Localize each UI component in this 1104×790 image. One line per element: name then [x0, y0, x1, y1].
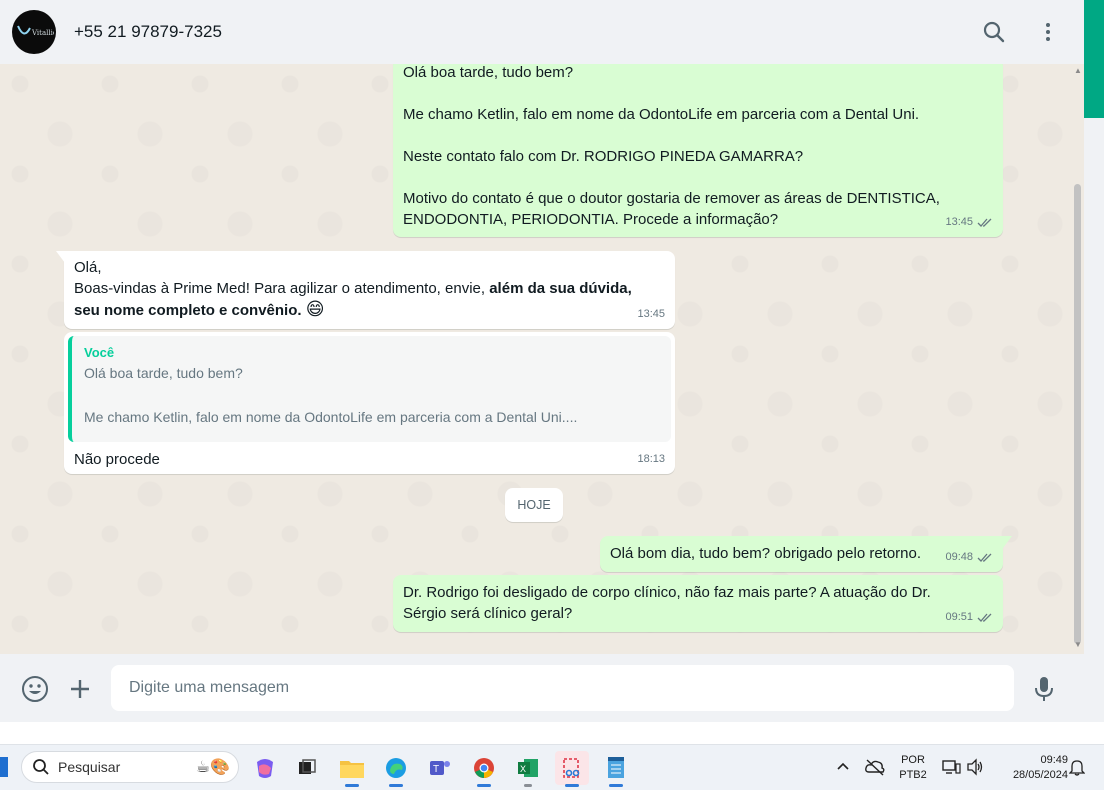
copilot-icon[interactable]	[248, 751, 282, 785]
message-text: Boas-vindas à Prime Med! Para agilizar o…	[74, 280, 490, 297]
bubble-tail-icon	[1003, 536, 1012, 548]
attach-button[interactable]	[65, 674, 95, 704]
double-check-icon	[977, 552, 993, 563]
message-input-placeholder: Digite uma mensagem	[129, 679, 290, 696]
smiley-icon	[22, 676, 48, 702]
message-line: Dr. Rodrigo foi desligado de corpo clíni…	[403, 584, 931, 601]
message-meta: 13:45	[945, 212, 993, 233]
message-input[interactable]: Digite uma mensagem	[111, 665, 1014, 711]
window-bottom-edge	[0, 722, 1104, 744]
bubble-tail-icon	[56, 251, 65, 263]
message-meta: 09:51	[945, 607, 993, 628]
quote-line: Me chamo Ketlin, falo em nome da OdontoL…	[84, 409, 578, 425]
search-icon	[33, 759, 49, 775]
excel-icon[interactable]: X	[511, 751, 545, 787]
message-time: 13:45	[637, 308, 665, 320]
scroll-thumb[interactable]	[1074, 184, 1081, 644]
message-time: 18:13	[637, 453, 665, 465]
quoted-message[interactable]: Você Olá boa tarde, tudo bem? ​ Me chamo…	[68, 336, 671, 442]
message-line: seu nome completo e convênio. 😄	[74, 299, 665, 321]
message-line: Olá,	[74, 259, 102, 276]
contact-avatar[interactable]: Vitallie	[12, 10, 56, 54]
voice-message-button[interactable]	[1029, 674, 1059, 704]
clock[interactable]: 09:49 28/05/2024	[996, 753, 1068, 783]
chat-header: Vitallie +55 21 97879-7325	[0, 0, 1084, 64]
chat-area[interactable]: Olá boa tarde, tudo bem? ​ Me chamo Ketl…	[0, 64, 1084, 654]
message-line: Sérgio será clínico geral?	[403, 605, 573, 622]
menu-button[interactable]	[1028, 12, 1068, 52]
message-line: Me chamo Ketlin, falo em nome da OdontoL…	[403, 106, 920, 123]
message-line: Boas-vindas à Prime Med! Para agilizar o…	[74, 278, 665, 299]
message-line: Olá boa tarde, tudo bem?	[403, 64, 574, 81]
notification-bell-icon[interactable]	[1068, 758, 1086, 781]
composer: Digite uma mensagem	[0, 654, 1084, 722]
svg-text:X: X	[520, 764, 526, 774]
language-code: POR	[901, 754, 925, 766]
svg-text:T: T	[433, 764, 439, 775]
notepad-icon[interactable]	[599, 751, 633, 787]
quote-author: Você	[84, 345, 115, 360]
clock-date: 28/05/2024	[1012, 769, 1068, 781]
message-outgoing[interactable]: Dr. Rodrigo foi desligado de corpo clíni…	[393, 575, 1003, 632]
message-text: Olá bom dia, tudo bem? obrigado pelo ret…	[610, 545, 922, 562]
day-divider: HOJE	[505, 488, 563, 522]
message-meta: 09:48	[945, 547, 993, 568]
edge-browser-icon[interactable]	[379, 751, 413, 787]
chat-scrollbar[interactable]: ▲ ▼	[1072, 64, 1084, 654]
message-meta: 13:45	[637, 304, 665, 325]
message-incoming[interactable]: Olá, Boas-vindas à Prime Med! Para agili…	[64, 251, 675, 329]
chevron-up-icon[interactable]	[836, 759, 850, 777]
keyboard-layout: PTB2	[899, 769, 927, 781]
message-meta: 18:13	[637, 449, 665, 470]
message-outgoing[interactable]: Olá boa tarde, tudo bem? ​ Me chamo Ketl…	[393, 64, 1003, 237]
taskbar-search[interactable]: Pesquisar ☕🎨	[21, 751, 239, 783]
volume-icon[interactable]	[966, 758, 984, 781]
teams-icon[interactable]: T	[423, 751, 457, 785]
task-view-icon[interactable]	[290, 751, 324, 785]
message-line: ​	[403, 83, 993, 104]
message-time: 09:51	[945, 611, 973, 623]
message-line: ​	[403, 125, 993, 146]
input-language[interactable]: POR PTB2	[898, 753, 928, 783]
plus-icon	[71, 680, 89, 698]
accent-bar	[1084, 0, 1104, 118]
clock-time: 09:49	[1040, 754, 1068, 766]
scroll-down-icon[interactable]: ▼	[1074, 640, 1082, 649]
message-text: Não procede	[74, 451, 160, 468]
message-line: Motivo do contato é que o doutor gostari…	[403, 190, 940, 207]
taskbar: Pesquisar ☕🎨 T X POR PTB2 09:49 28/05/20…	[0, 744, 1104, 790]
logo-icon: Vitallie	[17, 25, 54, 37]
search-button[interactable]	[974, 12, 1014, 52]
start-icon[interactable]	[0, 757, 8, 777]
grinning-emoji-icon: 😄	[305, 299, 325, 319]
contact-name[interactable]: +55 21 97879-7325	[74, 22, 960, 42]
network-icon[interactable]	[941, 758, 961, 781]
message-time: 09:48	[945, 551, 973, 563]
kebab-menu-icon	[1046, 23, 1050, 41]
message-time: 13:45	[945, 216, 973, 228]
message-line: Neste contato falo com Dr. RODRIGO PINED…	[403, 148, 804, 165]
double-check-icon	[977, 612, 993, 623]
message-line: ​	[403, 167, 993, 188]
side-panel-edge	[1084, 0, 1104, 722]
message-outgoing[interactable]: Olá bom dia, tudo bem? obrigado pelo ret…	[600, 536, 1003, 572]
scroll-up-icon[interactable]: ▲	[1074, 66, 1082, 75]
message-bold-text: seu nome completo e convênio.	[74, 302, 302, 319]
svg-text:Vitallie: Vitallie	[31, 29, 54, 37]
double-check-icon	[977, 217, 993, 228]
quote-line: Olá boa tarde, tudo bem?	[84, 365, 243, 381]
quote-line: ​	[84, 384, 659, 406]
message-incoming-reply[interactable]: Você Olá boa tarde, tudo bem? ​ Me chamo…	[64, 332, 675, 474]
chrome-icon[interactable]	[467, 751, 501, 787]
message-line: ENDODONTIA, PERIODONTIA. Procede a infor…	[403, 211, 779, 228]
file-explorer-icon[interactable]	[335, 751, 369, 787]
search-highlight-icon: ☕🎨	[195, 759, 230, 776]
cloud-offline-icon[interactable]	[864, 758, 886, 781]
microphone-icon	[1035, 677, 1053, 701]
search-icon	[983, 21, 1005, 43]
message-bold-text: além da sua dúvida,	[489, 280, 632, 297]
taskbar-search-label: Pesquisar	[58, 759, 121, 775]
emoji-button[interactable]	[20, 674, 50, 704]
snipping-tool-icon[interactable]	[555, 751, 589, 787]
